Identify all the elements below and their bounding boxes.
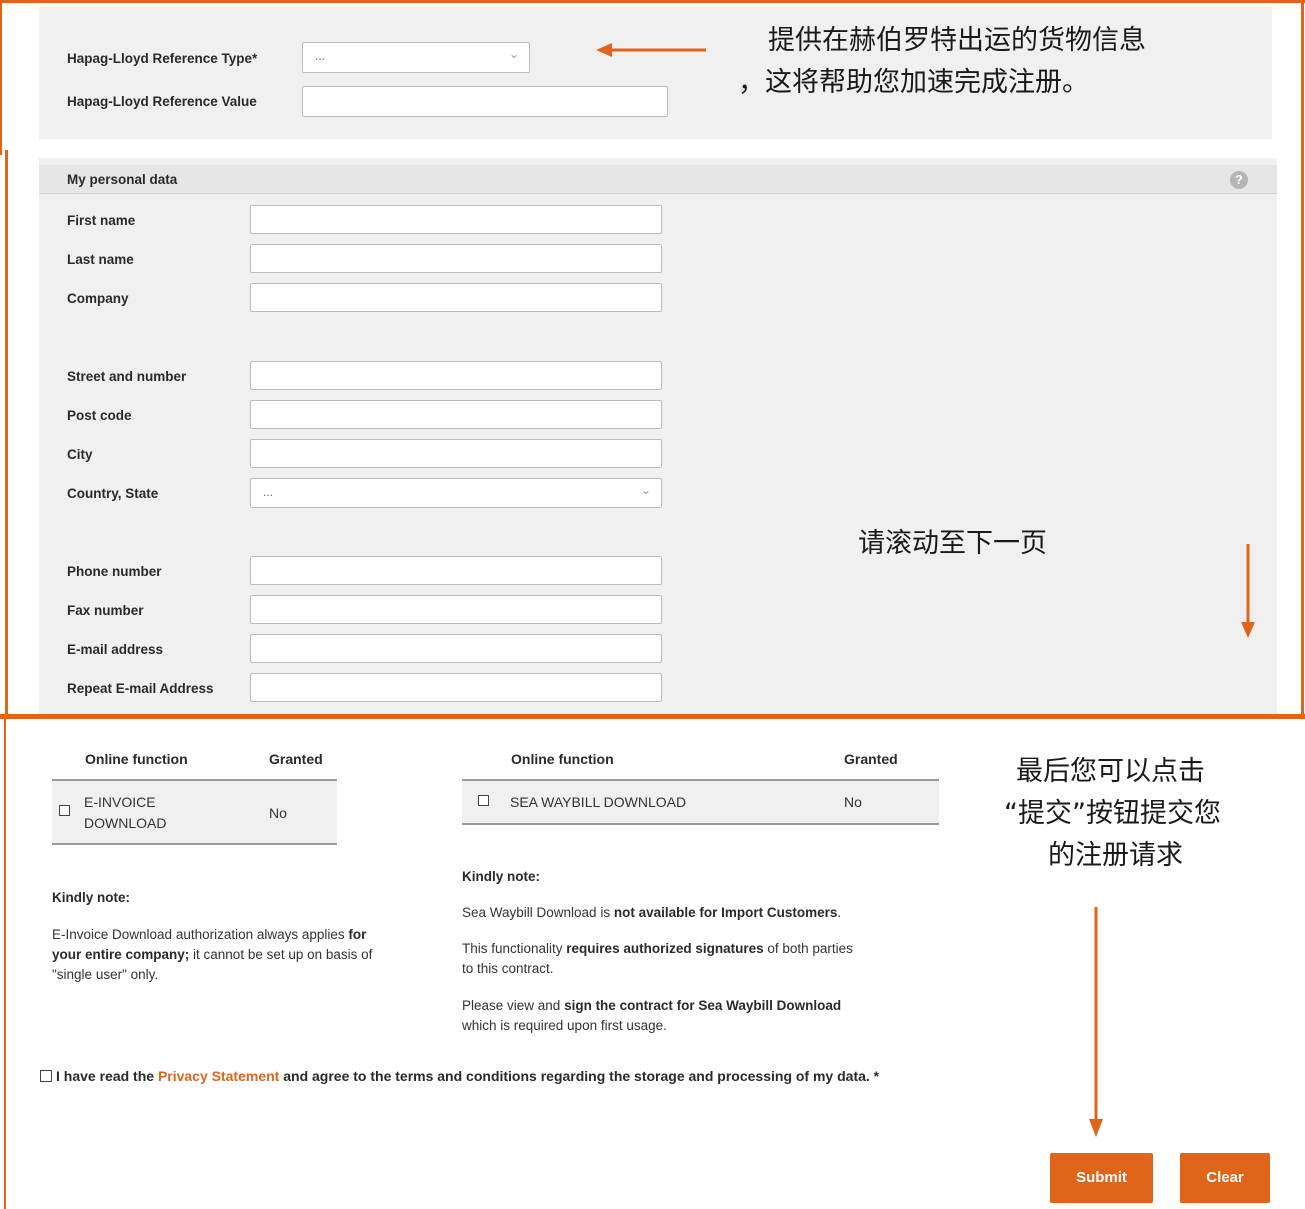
reference-value-label: Hapag-Lloyd Reference Value	[67, 94, 257, 109]
e-invoice-name-line1: E-INVOICE	[84, 794, 156, 810]
last-name-input[interactable]	[250, 244, 662, 273]
right-col-granted: Granted	[844, 751, 898, 767]
city-label: City	[67, 447, 93, 462]
annotation-submit-line2: “提交”按钮提交您	[1004, 798, 1221, 829]
frame-left-mid	[5, 150, 8, 718]
country-select[interactable]: ... ⌄	[250, 478, 662, 508]
frame-right-upper	[1301, 0, 1304, 155]
repeat-email-input[interactable]	[250, 673, 662, 702]
country-label: Country, State	[67, 486, 159, 501]
annotation-submit-line1: 最后您可以点击	[1016, 756, 1205, 787]
frame-divider	[0, 714, 1305, 719]
left-col-function: Online function	[85, 751, 188, 767]
first-name-input[interactable]	[250, 205, 662, 234]
privacy-statement-link[interactable]: Privacy Statement	[158, 1068, 279, 1084]
privacy-text: I have read the Privacy Statement and ag…	[56, 1068, 880, 1084]
left-table-row	[52, 779, 337, 845]
right-note-p2: This functionality requires authorized s…	[462, 941, 853, 976]
reference-value-input[interactable]	[302, 86, 668, 117]
email-input[interactable]	[250, 634, 662, 663]
first-name-label: First name	[67, 213, 136, 228]
chevron-down-icon: ⌄	[640, 483, 651, 497]
right-col-function: Online function	[511, 751, 614, 767]
country-value: ...	[263, 485, 274, 499]
fax-input[interactable]	[250, 595, 662, 624]
personal-data-panel	[39, 158, 1277, 714]
help-icon[interactable]: ?	[1230, 171, 1248, 189]
sea-waybill-contract-link[interactable]: sign the contract for Sea Waybill Downlo…	[564, 998, 841, 1013]
post-code-label: Post code	[67, 408, 132, 423]
arrow-left-icon	[596, 43, 706, 57]
annotation-submit-line3: 的注册请求	[1048, 840, 1183, 871]
last-name-label: Last name	[67, 252, 134, 267]
right-note-p1: Sea Waybill Download is not available fo…	[462, 905, 842, 920]
city-input[interactable]	[250, 439, 662, 468]
sea-waybill-name: SEA WAYBILL DOWNLOAD	[510, 794, 687, 810]
privacy-checkbox[interactable]	[40, 1070, 52, 1082]
annotation-top-line1: 提供在赫伯罗特出运的货物信息	[768, 25, 1146, 56]
right-note-title: Kindly note:	[462, 869, 540, 884]
chevron-down-icon: ⌄	[508, 47, 519, 61]
left-note-title: Kindly note:	[52, 890, 130, 905]
e-invoice-name-line2: DOWNLOAD	[84, 815, 167, 831]
frame-left-lower	[4, 718, 6, 1209]
email-label: E-mail address	[67, 642, 164, 657]
reference-type-label: Hapag-Lloyd Reference Type*	[67, 51, 258, 66]
arrow-down-icon	[1089, 907, 1103, 1137]
frame-top	[0, 0, 1305, 3]
sea-waybill-checkbox[interactable]	[478, 795, 489, 806]
fax-label: Fax number	[67, 603, 144, 618]
sea-waybill-granted: No	[844, 794, 862, 810]
right-note-p3: Please view and sign the contract for Se…	[462, 998, 842, 1033]
clear-button[interactable]: Clear	[1180, 1153, 1270, 1203]
company-input[interactable]	[250, 283, 662, 312]
phone-input[interactable]	[250, 556, 662, 585]
left-note-text: E-Invoice Download authorization always …	[52, 927, 373, 982]
frame-right-mid	[1301, 150, 1304, 718]
street-input[interactable]	[250, 361, 662, 390]
post-code-input[interactable]	[250, 400, 662, 429]
personal-data-header	[39, 165, 1277, 194]
frame-left-upper	[0, 0, 2, 155]
company-label: Company	[67, 291, 129, 306]
reference-type-value: ...	[315, 49, 326, 63]
personal-data-title: My personal data	[67, 172, 178, 187]
submit-button[interactable]: Submit	[1050, 1153, 1153, 1203]
phone-label: Phone number	[67, 564, 162, 579]
street-label: Street and number	[67, 369, 187, 384]
e-invoice-granted: No	[269, 805, 287, 821]
annotation-scroll-hint: 请滚动至下一页	[858, 528, 1047, 559]
reference-type-select[interactable]: ... ⌄	[302, 42, 530, 73]
repeat-email-label: Repeat E-mail Address	[67, 681, 214, 696]
arrow-down-icon	[1241, 544, 1255, 638]
annotation-top-line2: ，这将帮助您加速完成注册。	[738, 67, 1089, 98]
left-col-granted: Granted	[269, 751, 323, 767]
e-invoice-checkbox[interactable]	[59, 805, 70, 816]
